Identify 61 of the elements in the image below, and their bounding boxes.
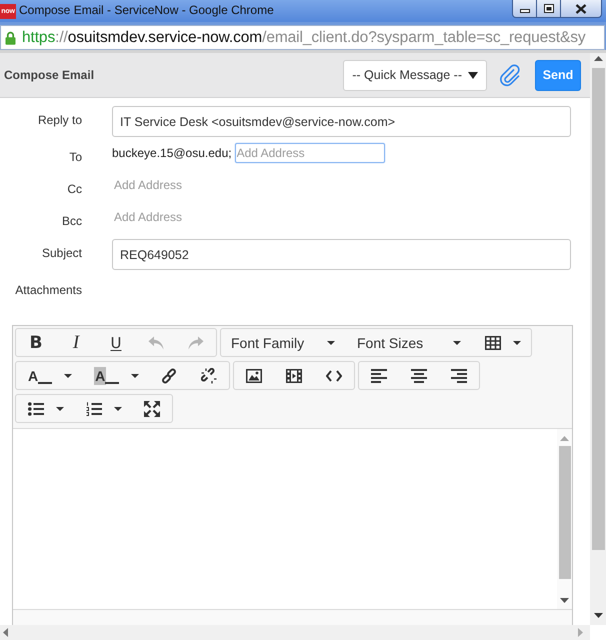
undo-icon [148,336,164,350]
page-title: Compose Email [4,68,94,82]
minimize-button[interactable] [512,0,537,18]
unlink-icon [201,368,218,384]
address-field[interactable]: https://osuitsmdev.service-now.com/email_client.do?sysparm_table=sc_request&sy [0,25,605,50]
field-label: Bcc [60,213,82,230]
dropdown-button[interactable]: Font Family [221,329,347,356]
background-color-button[interactable]: A [82,362,150,389]
caret-icon [131,374,140,378]
recipient-address: buckeye.15@osu.edu; [112,145,232,162]
dropdown-button[interactable]: Font Sizes [347,329,473,356]
film-icon [286,368,302,382]
caret-icon [513,340,521,344]
caret-icon [327,340,335,344]
bullet-list-icon [28,402,44,416]
address-field[interactable]: Add Address [234,143,385,163]
minimize-icon [520,9,530,13]
code-icon [326,370,342,382]
image-icon [246,368,262,382]
align-left-icon [371,368,388,382]
field-label: To [68,149,82,166]
maximize-icon [544,4,554,13]
table-icon [485,336,501,350]
caret-icon [114,406,122,410]
text-field[interactable]: IT Service Desk <osuitsmdev@service-now.com> [112,106,571,137]
text-color-button[interactable]: A [16,362,82,389]
paperclip-icon[interactable] [498,63,522,87]
link-icon [161,368,178,384]
scroll-left-icon[interactable] [3,628,8,637]
caret-icon [56,406,64,410]
quick-message-select[interactable]: -- Quick Message -- [343,60,487,90]
numbered-list-icon [86,402,102,416]
scroll-thumb[interactable] [592,68,604,550]
scroll-thumb[interactable] [558,446,570,579]
maximize-button[interactable] [537,0,561,18]
scroll-down-icon[interactable] [594,613,602,618]
address-field[interactable]: Add Address [112,175,262,195]
redo-icon [188,336,204,350]
field-label: Subject [40,245,82,262]
field-label: Reply to [36,112,82,129]
vertical-scrollbar[interactable] [557,429,572,609]
close-icon [575,4,587,14]
align-center-icon [411,368,428,382]
vertical-scrollbar[interactable] [590,53,606,625]
field-label: Attachments [14,282,82,298]
italic-button[interactable]: I [56,329,96,356]
caret-icon [468,72,478,78]
close-button[interactable] [561,0,602,18]
horizontal-scrollbar[interactable] [0,625,590,640]
field-label: Cc [66,181,82,198]
text-field[interactable]: REQ649052 [112,239,571,270]
scroll-down-icon[interactable] [560,598,569,603]
caret-icon [453,340,461,344]
caret-icon [64,374,72,378]
window-title: Compose Email - ServiceNow - Google Chrome [19,2,274,19]
underline-button[interactable]: U [96,329,136,356]
align-right-icon [451,368,468,382]
scroll-up-icon[interactable] [594,56,602,61]
bold-button[interactable]: B [16,329,56,356]
fullscreen-icon [144,400,160,416]
address-field[interactable]: Add Address [112,207,262,227]
